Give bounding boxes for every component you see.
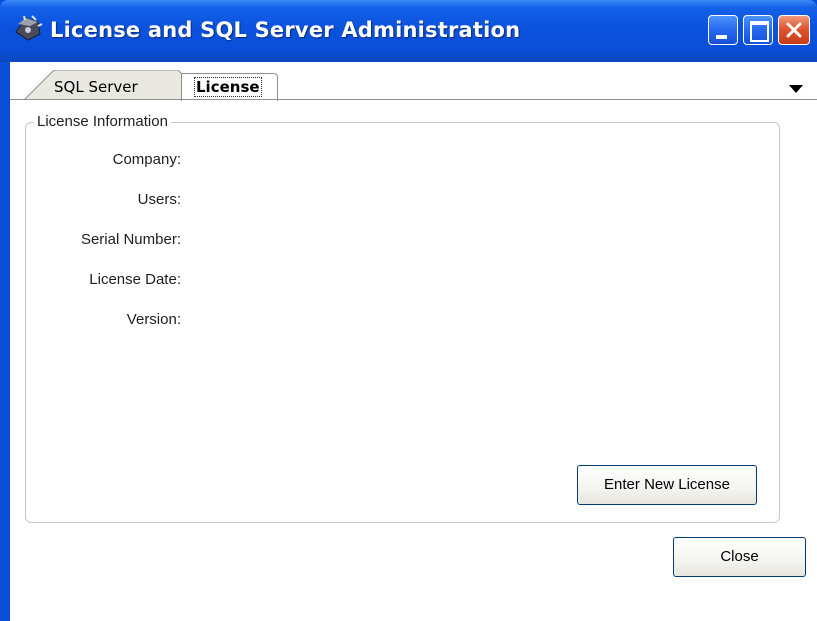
company-label: Company: xyxy=(112,151,181,168)
tab-license-label: License xyxy=(194,77,262,97)
tab-sql-server[interactable]: SQL Server xyxy=(54,78,138,96)
minimize-button[interactable] xyxy=(708,15,738,45)
serial-number-label: Serial Number: xyxy=(80,231,181,248)
tab-license[interactable]: License xyxy=(181,73,278,101)
application-window: License and SQL Server Administration SQ… xyxy=(0,0,817,621)
license-date-label: License Date: xyxy=(89,271,181,288)
app-icon xyxy=(15,15,43,41)
enter-new-license-button[interactable]: Enter New License xyxy=(577,465,757,505)
title-bar[interactable]: License and SQL Server Administration xyxy=(0,0,817,62)
version-label: Version: xyxy=(126,311,181,328)
users-label: Users: xyxy=(137,191,181,208)
maximize-button[interactable] xyxy=(743,15,773,45)
license-information-group: License Information Company: Users: Seri… xyxy=(25,113,780,523)
group-title: License Information xyxy=(34,113,171,130)
close-window-button[interactable] xyxy=(778,15,810,45)
close-icon xyxy=(786,22,802,38)
dropdown-arrow-icon[interactable] xyxy=(788,84,804,94)
tab-strip-divider xyxy=(10,99,817,100)
window-title: License and SQL Server Administration xyxy=(50,18,521,42)
client-area: SQL Server License License Information C… xyxy=(10,62,817,621)
close-button[interactable]: Close xyxy=(673,537,806,577)
